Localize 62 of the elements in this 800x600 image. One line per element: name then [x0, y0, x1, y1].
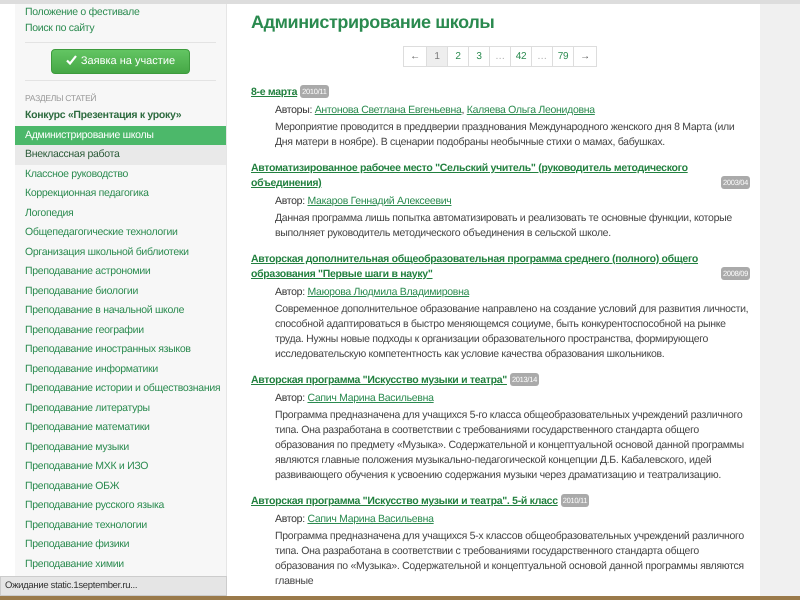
check-icon — [66, 55, 77, 65]
sidebar-item[interactable]: Внеклассная работа — [15, 145, 226, 165]
page-link[interactable]: 2 — [447, 46, 469, 67]
sidebar-item[interactable]: Преподавание географии — [15, 320, 226, 340]
sidebar-item[interactable]: Преподавание истории и обществознания — [15, 379, 226, 399]
page-title: Администрирование школы — [251, 12, 496, 34]
author-link[interactable]: Маюрова Людмила Владимировна — [307, 286, 470, 298]
author-label: Автор: — [275, 286, 305, 298]
sidebar-item[interactable]: Преподавание математики — [15, 418, 226, 438]
article-description: Данная программа лишь попытка автоматизировать и реализовать те основные функции, которые выполняет руководитель методического объединения в сельской школе. — [275, 210, 733, 241]
author-label: Автор: — [275, 392, 305, 404]
page-link[interactable]: 79 — [552, 46, 574, 67]
page-link[interactable]: 1 — [426, 46, 448, 67]
sidebar-item[interactable]: Общепедагогические технологии — [15, 223, 226, 243]
section-heading: РАЗДЕЛЫ СТАТЕЙ — [24, 92, 98, 105]
author-label: Автор: — [275, 513, 305, 526]
author-link[interactable]: Антонова Светлана Евгеньевна — [314, 104, 462, 116]
article-description: Современное дополнительное образование направлено на создание условий для развития личности, способной адаптироваться в быстро меняющемся социуме, быть конкурентоспособной на рынке труда. Нужны новые подходы к организации образовательного пространства, формирующего исследовательскую компетентность как условие качества образования школьников. — [275, 302, 750, 362]
sidebar-link[interactable]: Поиск по сайту — [15, 20, 226, 36]
page-gap[interactable]: … — [531, 46, 553, 67]
sidebar-item[interactable]: Преподавание технологии — [15, 516, 226, 536]
article-title[interactable]: Автоматизированное рабочее место "Сельский учитель" (руководитель методического объединения) — [251, 160, 718, 191]
status-bar: Ожидание static.1september.ru... — [0, 576, 227, 596]
sidebar-item[interactable]: Преподавание астрономии — [15, 262, 226, 282]
arrow-link[interactable]: → — [573, 46, 597, 67]
sidebar-item[interactable]: Преподавание МХК и ИЗО — [15, 457, 226, 477]
page-link[interactable]: 42 — [510, 46, 532, 67]
sidebar-item[interactable]: Преподавание музыки — [15, 438, 226, 458]
sidebar-item[interactable]: Логопедия — [15, 204, 226, 224]
page-link[interactable]: 3 — [468, 46, 490, 67]
sidebar-item[interactable]: Коррекционная педагогика — [15, 184, 226, 204]
sidebar-item[interactable]: Преподавание ОБЖ — [15, 476, 226, 496]
article-title[interactable]: Авторская программа "Искусство музыки и театра" — [251, 373, 507, 388]
author-link[interactable]: Макаров Геннадий Алексеевич — [307, 194, 452, 207]
article-description: Программа предназначена для учащихся 5-го класса общеобразовательных учреждений различного типа. Она разработана в соответствии с требованиями государственного стандарта общего образования по предмету «Музыка». Содержательной и концептуальной основой данной программы являются главные положения музыкально-педагогической концепции Д.Б. Кабалевского, идей развивающего обучения к усвоению содержания музыки через драматизацию и театрализацию. — [275, 408, 745, 484]
sidebar-item[interactable]: Преподавание физики — [15, 535, 226, 555]
author-label: Авторы: — [275, 104, 312, 116]
sidebar-item[interactable]: Преподавание химии — [15, 554, 226, 574]
author-link[interactable]: Сапич Марина Васильевна — [307, 513, 434, 526]
author-label: Автор: — [275, 194, 305, 207]
page-gap[interactable]: … — [489, 46, 511, 67]
sidebar-item[interactable]: Преподавание в начальной школе — [15, 301, 226, 321]
sidebar-item[interactable]: Преподавание русского языка — [15, 496, 226, 516]
article-title[interactable]: Авторская программа "Искусство музыки и театра". 5-й класс — [251, 494, 558, 510]
author-link[interactable]: Каляева Ольга Леонидовна — [466, 104, 595, 116]
arrow-link[interactable]: ← — [403, 46, 427, 67]
sidebar-item[interactable]: Преподавание информатики — [15, 360, 226, 380]
sidebar-item[interactable]: Конкурс «Презентация к уроку» — [15, 106, 226, 126]
sidebar-item[interactable]: Преподавание иностранных языков — [15, 340, 226, 360]
article-description: Программа предназначена для учащихся 5-х классов общеобразовательных учреждений различного типа. Она разработана в соответствии с требованиями государственного стандарта общего образования по «Музыка». Содержательной и концептуальной основой данной программы являются главные — [275, 529, 745, 590]
apply-button[interactable]: Заявка на участие — [50, 49, 190, 74]
sidebar-item[interactable]: Классное руководство — [15, 164, 226, 184]
sidebar-item[interactable]: Преподавание биологии — [15, 282, 226, 302]
separator: , — [462, 104, 464, 116]
author-link[interactable]: Сапич Марина Васильевна — [307, 392, 434, 404]
article-title[interactable]: Авторская дополнительная общеобразовательная программа среднего (полного) общего образования "Первые шаги в науку" — [251, 252, 718, 282]
article-description: Мероприятие проводится в преддверии празднования Международного женского дня 8 Марта (или Дня матери в ноябре). В сценарии подобраны необычные стихи о мамах, бабушках. — [275, 120, 736, 150]
sidebar-item[interactable]: Преподавание литературы — [15, 398, 226, 418]
sidebar-link[interactable]: Положение о фестивале — [15, 4, 226, 20]
article-title[interactable]: 8-е марта — [251, 84, 298, 100]
sidebar-item[interactable]: Администрирование школы — [15, 126, 226, 146]
sidebar-item[interactable]: Организация школьной библиотеки — [15, 242, 226, 262]
